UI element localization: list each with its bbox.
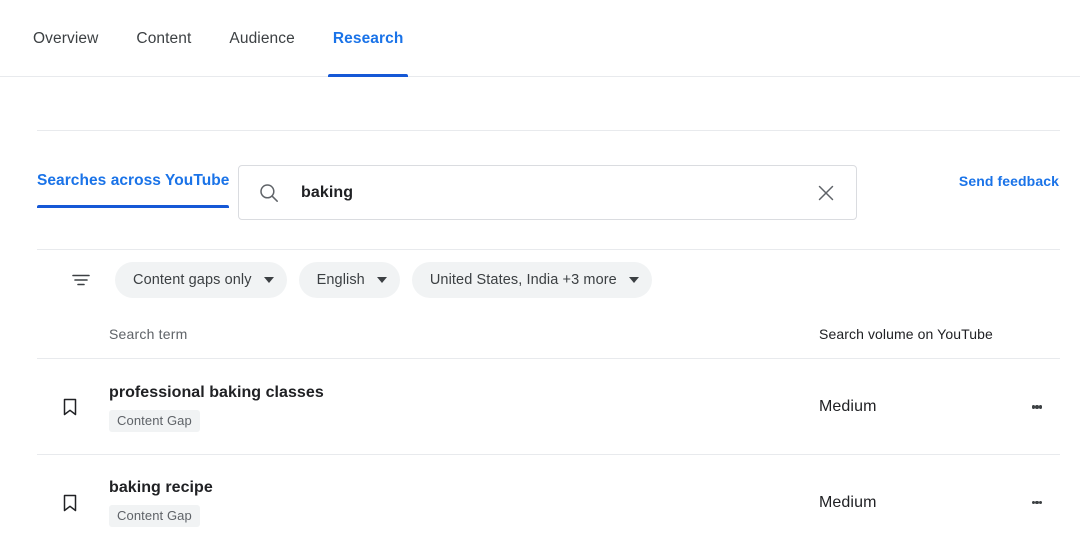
filter-chip-language[interactable]: English — [298, 262, 400, 298]
menu-dot — [1038, 405, 1043, 409]
filter-chip-region-label: United States, India +3 more — [429, 272, 617, 288]
bookmark-outline-icon[interactable] — [50, 483, 90, 523]
chevron-down-icon — [628, 277, 639, 283]
search-term-text: professional baking classes — [109, 383, 324, 401]
filter-chip-region[interactable]: United States, India +3 more — [411, 262, 652, 298]
tab-content-label: Content — [136, 29, 192, 47]
secondary-navigation: Searches across YouTube Your viewers' se… — [0, 77, 1080, 208]
close-icon[interactable] — [814, 181, 838, 205]
search-term-text: baking recipe — [109, 479, 213, 496]
menu-dot — [1038, 500, 1043, 505]
subtab-searches-across-youtube-label: Searches across YouTube — [37, 172, 230, 189]
search-icon — [257, 181, 281, 205]
table-cell-search-volume: Medium — [819, 493, 877, 511]
table-cell-search-term: baking recipe Content Gap — [109, 478, 213, 527]
primary-nav-items: Overview Content Audience Research — [33, 0, 422, 77]
tab-overview-label: Overview — [33, 29, 99, 47]
search-bar[interactable] — [238, 165, 857, 220]
table-cell-search-term: professional baking classes Content Gap — [109, 383, 324, 432]
chevron-down-icon — [376, 277, 387, 283]
filter-chip-language-label: English — [316, 272, 365, 288]
chevron-down-icon — [263, 277, 274, 283]
tab-audience[interactable]: Audience — [210, 0, 313, 77]
table-header-divider — [37, 358, 1060, 359]
more-vert-icon[interactable] — [1017, 483, 1057, 523]
send-feedback-label: Send feedback — [958, 173, 1059, 189]
more-vert-icon[interactable] — [1017, 387, 1057, 427]
filter-list-icon[interactable] — [61, 260, 101, 300]
tab-audience-label: Audience — [229, 29, 295, 47]
filter-chip-content-gaps-label: Content gaps only — [133, 272, 252, 288]
tab-overview[interactable]: Overview — [33, 0, 117, 77]
table-row[interactable]: professional baking classes Content Gap … — [37, 360, 1060, 455]
subtab-searches-across-youtube[interactable]: Searches across YouTube — [37, 154, 230, 208]
table-cell-search-volume: Medium — [819, 398, 877, 415]
bookmark-outline-icon[interactable] — [50, 387, 90, 427]
tab-research-label: Research — [332, 29, 404, 47]
primary-navigation: Overview Content Audience Research — [0, 0, 1080, 77]
column-header-search-term: Search term — [109, 326, 188, 342]
table-header: Search term Search volume on YouTube — [37, 310, 1060, 358]
tab-research[interactable]: Research — [314, 0, 423, 77]
filter-chip-content-gaps[interactable]: Content gaps only — [115, 262, 287, 298]
status-badge: Content Gap — [109, 409, 200, 432]
table-row[interactable]: baking recipe Content Gap Medium — [37, 455, 1060, 549]
filter-row: Content gaps only English United States,… — [37, 250, 1060, 310]
column-header-search-volume: Search volume on YouTube — [819, 326, 993, 342]
tab-content[interactable]: Content — [117, 0, 210, 77]
search-input[interactable] — [301, 183, 814, 202]
youtube-studio-research-page: Overview Content Audience Research Searc… — [0, 0, 1080, 549]
status-badge: Content Gap — [109, 505, 200, 527]
secondary-nav-divider — [37, 130, 1060, 131]
send-feedback-link[interactable]: Send feedback — [959, 154, 1059, 208]
